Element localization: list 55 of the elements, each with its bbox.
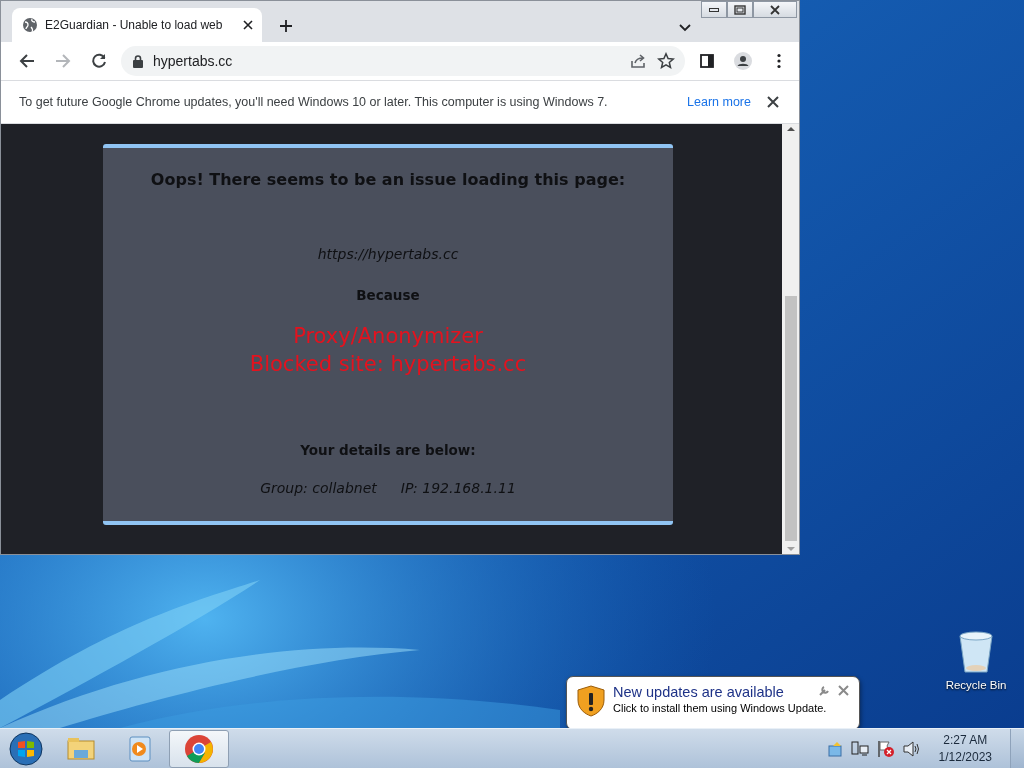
block-reason: Blocked site: hypertabs.cc xyxy=(248,350,528,378)
close-icon xyxy=(242,19,254,31)
taskbar-clock[interactable]: 2:27 AM 1/12/2023 xyxy=(928,732,1002,765)
ip-text: IP: 192.168.1.11 xyxy=(400,479,516,499)
notification-title: New updates are available xyxy=(613,685,785,701)
scroll-thumb[interactable] xyxy=(784,296,797,541)
url-text: hypertabs.cc xyxy=(153,51,234,71)
side-panel-icon xyxy=(698,52,716,70)
tab-close-button[interactable] xyxy=(242,19,254,31)
tab-title: E2Guardian - Unable to load web xyxy=(45,18,223,32)
volume-icon[interactable] xyxy=(902,740,921,757)
minimize-icon xyxy=(709,7,719,12)
clock-date: 1/12/2023 xyxy=(938,748,992,765)
maximize-button[interactable] xyxy=(727,1,753,18)
notification-message: Click to install them using Windows Update. xyxy=(613,700,828,716)
lock-icon xyxy=(133,54,143,68)
network-icon[interactable] xyxy=(850,740,869,757)
shield-warning-icon xyxy=(577,685,605,717)
new-tab-button[interactable] xyxy=(278,18,294,34)
forward-arrow-icon xyxy=(54,52,72,70)
maximize-icon xyxy=(733,3,747,16)
address-bar[interactable]: hypertabs.cc xyxy=(121,46,685,76)
blocked-url: https://hypertabs.cc xyxy=(316,245,460,264)
menu-icon xyxy=(777,52,781,70)
wrench-icon[interactable] xyxy=(819,685,830,696)
clock-time: 2:27 AM xyxy=(942,732,989,749)
close-button[interactable] xyxy=(753,1,797,18)
star-icon[interactable] xyxy=(657,52,675,70)
browser-tab[interactable]: E2Guardian - Unable to load web xyxy=(12,8,262,42)
person-icon xyxy=(734,52,752,70)
group-text: Group: collabnet xyxy=(260,479,377,499)
back-arrow-icon xyxy=(18,52,36,70)
close-icon[interactable] xyxy=(838,685,849,696)
notification-balloon[interactable]: New updates are available Click to install them using Windows Update. xyxy=(566,676,860,728)
scrollbar[interactable] xyxy=(782,124,799,554)
close-icon xyxy=(767,96,779,108)
close-icon xyxy=(768,3,782,16)
infobar-message: To get future Google Chrome updates, you'll need Windows 10 or later. This computer is using Windows 7. xyxy=(19,93,609,111)
close-infobar-button[interactable] xyxy=(767,96,779,108)
globe-icon xyxy=(22,17,38,33)
reload-icon xyxy=(90,52,108,70)
details-heading: Your details are below: xyxy=(299,440,477,460)
browser-icon xyxy=(183,732,215,765)
because-label: Because xyxy=(355,286,421,305)
learn-more-link[interactable]: Learn more xyxy=(687,92,751,112)
error-heading: Oops! There seems to be an issue loading this page: xyxy=(149,169,627,191)
desktop-icon-label[interactable]: Recycle Bin xyxy=(945,677,1007,695)
taskbar-button[interactable] xyxy=(169,729,229,768)
minimize-button[interactable] xyxy=(701,1,727,18)
share-icon[interactable] xyxy=(629,52,647,70)
block-reason: Proxy/Anonymizer xyxy=(292,323,484,351)
recycle-bin-icon[interactable] xyxy=(957,630,995,674)
start-orb-icon xyxy=(9,731,43,766)
flag-icon[interactable] xyxy=(876,739,895,758)
plus-icon xyxy=(278,18,294,34)
